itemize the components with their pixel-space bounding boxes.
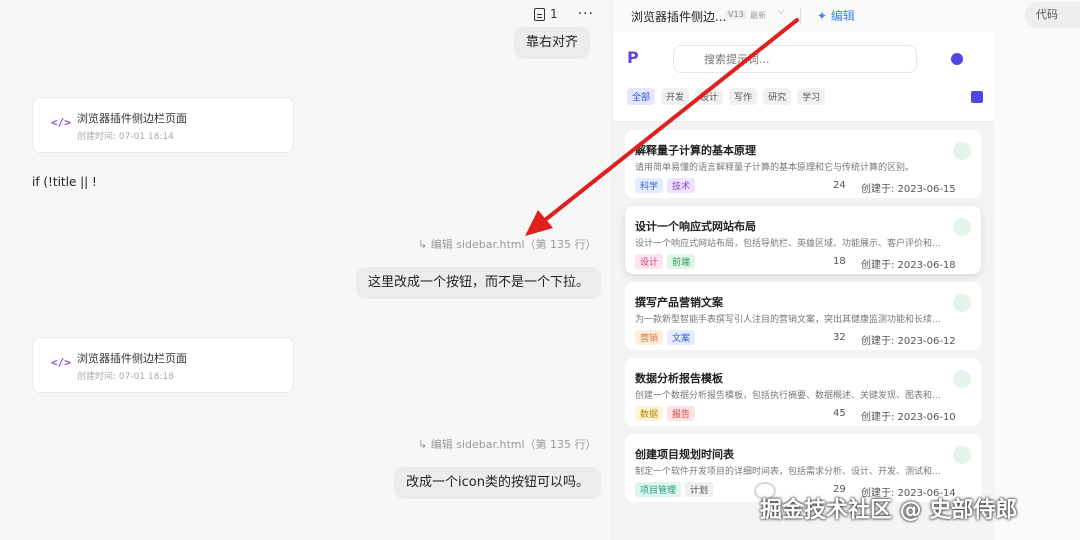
prompt-card-title: 撰写产品营销文案: [635, 296, 723, 309]
app-logo: P: [627, 48, 639, 67]
version-badge: V13: [725, 10, 747, 19]
favorite-icon[interactable]: [953, 294, 971, 312]
tag-badge[interactable]: 设计: [635, 254, 664, 269]
tag-badge[interactable]: 报告: [667, 406, 696, 421]
usage-count: 18: [833, 256, 846, 267]
edit-reference-2[interactable]: ↳ 编辑 sidebar.html（第 135 行）: [418, 436, 597, 452]
tag-badge[interactable]: 科学: [635, 178, 664, 193]
edit-button[interactable]: ✦ 编辑: [817, 7, 855, 24]
prompt-card-title: 创建项目规划时间表: [635, 448, 734, 461]
more-options-icon[interactable]: ···: [578, 6, 594, 22]
usage-count: 24: [833, 180, 846, 191]
tag-badge[interactable]: 数据: [635, 406, 664, 421]
code-icon: </>: [51, 356, 71, 369]
created-date: 创建于: 2023-06-10: [861, 412, 956, 423]
artifact-card-subtitle: 创建时间: 07-01 18:14: [77, 132, 174, 142]
filter-chip[interactable]: 研究: [763, 88, 792, 105]
document-count: 1: [550, 7, 558, 21]
code-icon: </>: [51, 116, 71, 129]
created-date: 创建于: 2023-06-15: [861, 184, 956, 195]
document-count-button[interactable]: 1: [534, 7, 558, 21]
prompt-card-title: 数据分析报告模板: [635, 372, 723, 385]
artifact-preview-panel: 浏览器插件侧边... V13 最新 ⌵ ✦ 编辑 代码 P 全部开发设计写作研究…: [612, 0, 1080, 540]
artifact-card-1[interactable]: </> 浏览器插件侧边栏页面 创建时间: 07-01 18:14: [32, 97, 294, 153]
created-date: 创建于: 2023-06-18: [861, 260, 956, 271]
artifact-card-2[interactable]: </> 浏览器插件侧边栏页面 创建时间: 07-01 18:18: [32, 337, 294, 393]
message-bubble-button-request: 这里改成一个按钮，而不是一个下拉。: [356, 267, 602, 299]
artifact-card-title: 浏览器插件侧边栏页面: [77, 112, 187, 125]
usage-count: 45: [833, 408, 846, 419]
watermark-text: 掘金技术社区 @ 史部侍郎: [760, 498, 1018, 523]
favorite-icon[interactable]: [953, 446, 971, 464]
header-divider: [800, 8, 801, 24]
chevron-down-icon[interactable]: ⌵: [777, 6, 785, 17]
filter-chip[interactable]: 全部: [627, 88, 656, 105]
prompt-card-tags: 数据 报告: [635, 406, 696, 421]
artifact-card-subtitle: 创建时间: 07-01 18:18: [77, 372, 174, 382]
prompt-card-title: 解释量子计算的基本原理: [635, 144, 756, 157]
prompt-card[interactable]: 撰写产品营销文案为一款新型智能手表撰写引人注目的营销文案，突出其健康监测功能和长…: [625, 282, 981, 350]
code-toggle-button[interactable]: 代码: [1025, 2, 1080, 28]
document-icon: [534, 7, 545, 21]
tag-badge[interactable]: 计划: [685, 482, 714, 497]
prompt-card[interactable]: 数据分析报告模板创建一个数据分析报告模板，包括执行摘要、数据概述、关键发现、图表…: [625, 358, 981, 426]
edit-reference-1[interactable]: ↳ 编辑 sidebar.html（第 135 行）: [418, 236, 597, 252]
tag-badge[interactable]: 技术: [667, 178, 696, 193]
prompt-app-header: P 全部开发设计写作研究学习: [613, 32, 995, 122]
edit-button-label: 编辑: [830, 9, 855, 23]
sparkle-icon: ✦: [817, 9, 828, 23]
tag-badge[interactable]: 营销: [635, 330, 664, 345]
category-filters: 全部 开发 设计 写作 研究 学习: [627, 88, 826, 105]
favorite-icon[interactable]: [953, 218, 971, 236]
usage-count: 32: [833, 332, 846, 343]
prompt-card-tags: 科学 技术: [635, 178, 696, 193]
favorite-icon[interactable]: [953, 142, 971, 160]
user-avatar[interactable]: [951, 53, 963, 65]
chat-panel: 1 ··· 靠右对齐 </> 浏览器插件侧边栏页面 创建时间: 07-01 18…: [0, 0, 612, 540]
created-date: 创建于: 2023-06-12: [861, 336, 956, 347]
chat-toolbar: 1 ···: [534, 6, 594, 22]
filter-chip[interactable]: 开发: [661, 88, 690, 105]
prompt-card[interactable]: 设计一个响应式网站布局设计一个响应式网站布局，包括导航栏、英雄区域、功能展示、客…: [625, 206, 981, 274]
message-bubble-align-right: 靠右对齐: [514, 27, 591, 59]
tag-badge[interactable]: 项目管理: [635, 482, 682, 497]
prompt-card-tags: 营销 文案: [635, 330, 696, 345]
latest-label: 最新: [750, 11, 766, 20]
message-bubble-icon-request: 改成一个icon类的按钮可以吗。: [394, 467, 601, 499]
artifact-title[interactable]: 浏览器插件侧边...: [631, 8, 726, 25]
search-input[interactable]: [674, 46, 916, 72]
search-box: [673, 45, 917, 73]
code-snippet-text: if (!title || !: [32, 175, 97, 189]
filter-chip[interactable]: 设计: [695, 88, 724, 105]
grid-view-icon[interactable]: [971, 91, 983, 103]
prompt-card-description: 创建一个数据分析报告模板，包括执行摘要、数据概述、关键发现、图表和...: [635, 391, 941, 401]
filter-chip[interactable]: 写作: [729, 88, 758, 105]
prompt-card-description: 为一款新型智能手表撰写引人注目的营销文案，突出其健康监测功能和长续...: [635, 315, 941, 325]
prompt-card-title: 设计一个响应式网站布局: [635, 220, 756, 233]
prompt-list: 解释量子计算的基本原理请用简单易懂的语言解释量子计算的基本原理和它与传统计算的区…: [613, 122, 995, 540]
prompt-card-description: 制定一个软件开发项目的详细时间表，包括需求分析、设计、开发、测试和...: [635, 467, 941, 477]
prompt-card-tags: 设计 前端: [635, 254, 696, 269]
prompt-card-description: 请用简单易懂的语言解释量子计算的基本原理和它与传统计算的区别。: [635, 163, 915, 173]
favorite-icon[interactable]: [953, 370, 971, 388]
artifact-card-title: 浏览器插件侧边栏页面: [77, 352, 187, 365]
tag-badge[interactable]: 前端: [667, 254, 696, 269]
tag-badge[interactable]: 文案: [667, 330, 696, 345]
prompt-card-description: 设计一个响应式网站布局，包括导航栏、英雄区域、功能展示、客户评价和...: [635, 239, 941, 249]
artifact-header: 浏览器插件侧边... V13 最新 ⌵ ✦ 编辑 代码: [613, 0, 1080, 32]
prompt-card[interactable]: 解释量子计算的基本原理请用简单易懂的语言解释量子计算的基本原理和它与传统计算的区…: [625, 130, 981, 198]
prompt-card-tags: 项目管理 计划: [635, 482, 714, 497]
filter-chip[interactable]: 学习: [797, 88, 826, 105]
